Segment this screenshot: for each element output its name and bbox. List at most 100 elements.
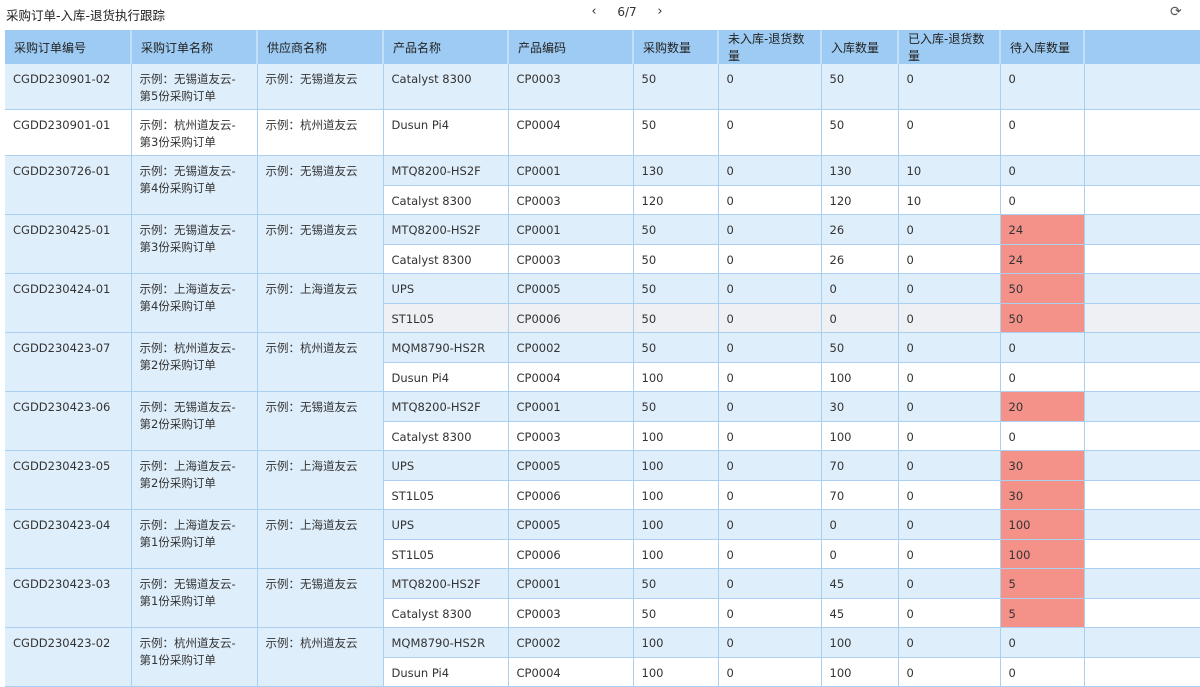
- pending-qty-cell: 24: [1000, 214, 1085, 245]
- not-received-return-qty-cell: 0: [718, 244, 822, 274]
- order-id-cell: CGDD230726-01: [5, 155, 132, 215]
- not-received-return-qty-cell: 0: [718, 657, 822, 687]
- supplier-cell: 示例：上海道友云: [257, 273, 384, 333]
- received-return-qty-cell: 0: [898, 509, 1001, 540]
- received-qty-cell: 50: [821, 64, 899, 110]
- not-received-return-qty-cell: 0: [718, 450, 822, 481]
- received-return-qty-cell: 0: [898, 421, 1001, 451]
- not-received-return-qty-cell: 0: [718, 627, 822, 658]
- filler-cell: [1084, 244, 1200, 274]
- purchase-qty-cell: 50: [633, 273, 719, 304]
- received-qty-cell: 30: [821, 391, 899, 422]
- table-row[interactable]: CGDD230423-04 示例：上海道友云-第1份采购订单 示例：上海道友云 UPS…: [5, 509, 1200, 569]
- product-code-cell: CP0003: [508, 64, 634, 110]
- table-row[interactable]: CGDD230901-01 示例：杭州道友云-第3份采购订单 示例：杭州道友云 Dus…: [5, 109, 1200, 156]
- received-return-qty-cell: 0: [898, 598, 1001, 628]
- column-header-supplier[interactable]: 供应商名称: [257, 30, 384, 64]
- pending-qty-cell: 30: [1000, 450, 1085, 481]
- not-received-return-qty-cell: 0: [718, 480, 822, 510]
- filler-cell: [1084, 303, 1200, 333]
- received-return-qty-cell: 10: [898, 185, 1001, 215]
- column-header-received-return-qty[interactable]: 已入库-退货数量: [898, 30, 1001, 64]
- column-header-order-name[interactable]: 采购订单名称: [131, 30, 258, 64]
- received-return-qty-cell: 0: [898, 539, 1001, 569]
- filler-cell: [1084, 598, 1200, 628]
- not-received-return-qty-cell: 0: [718, 539, 822, 569]
- product-code-cell: CP0003: [508, 185, 634, 215]
- purchase-qty-cell: 120: [633, 185, 719, 215]
- received-qty-cell: 26: [821, 214, 899, 245]
- received-return-qty-cell: 0: [898, 391, 1001, 422]
- tracking-table: 采购订单编号 采购订单名称 供应商名称 产品名称 产品编码 采购数量 未入库-退货数量 入库数…: [5, 30, 1200, 687]
- pending-qty-cell: 0: [1000, 64, 1085, 110]
- column-header-pending-qty[interactable]: 待入库数量: [1000, 30, 1085, 64]
- column-header-product-name[interactable]: 产品名称: [383, 30, 509, 64]
- product-name-cell: MTQ8200-HS2F: [383, 155, 509, 186]
- order-id-cell: CGDD230901-02: [5, 64, 132, 110]
- received-qty-cell: 70: [821, 480, 899, 510]
- received-return-qty-cell: 0: [898, 627, 1001, 658]
- filler-cell: [1084, 155, 1200, 186]
- more-icon[interactable]: ⋮: [1194, 2, 1200, 18]
- product-code-cell: CP0006: [508, 480, 634, 510]
- received-qty-cell: 0: [821, 509, 899, 540]
- column-header-product-code[interactable]: 产品编码: [508, 30, 634, 64]
- product-code-cell: CP0003: [508, 244, 634, 274]
- pending-qty-cell: 0: [1000, 362, 1085, 392]
- pending-qty-cell: 0: [1000, 627, 1085, 658]
- table-row[interactable]: CGDD230423-06 示例：无锡道友云-第2份采购订单 示例：无锡道友云 MTQ…: [5, 391, 1200, 451]
- table-row[interactable]: CGDD230423-03 示例：无锡道友云-第1份采购订单 示例：无锡道友云 MTQ…: [5, 568, 1200, 628]
- purchase-qty-cell: 100: [633, 657, 719, 687]
- product-name-cell: Catalyst 8300: [383, 64, 509, 110]
- not-received-return-qty-cell: 0: [718, 598, 822, 628]
- received-return-qty-cell: 10: [898, 155, 1001, 186]
- table-row[interactable]: CGDD230424-01 示例：上海道友云-第4份采购订单 示例：上海道友云 UPS…: [5, 273, 1200, 333]
- table-row[interactable]: CGDD230425-01 示例：无锡道友云-第3份采购订单 示例：无锡道友云 MTQ…: [5, 214, 1200, 274]
- product-name-cell: MQM8790-HS2R: [383, 332, 509, 363]
- column-header-not-received-return-qty[interactable]: 未入库-退货数量: [718, 30, 822, 64]
- column-header-purchase-qty[interactable]: 采购数量: [633, 30, 719, 64]
- purchase-qty-cell: 100: [633, 421, 719, 451]
- product-name-cell: UPS: [383, 273, 509, 304]
- product-name-cell: Catalyst 8300: [383, 185, 509, 215]
- next-page-button[interactable]: ›: [651, 4, 669, 19]
- filler-cell: [1084, 421, 1200, 451]
- table-row[interactable]: CGDD230423-05 示例：上海道友云-第2份采购订单 示例：上海道友云 UPS…: [5, 450, 1200, 510]
- table-row[interactable]: CGDD230423-07 示例：杭州道友云-第2份采购订单 示例：杭州道友云 MQM…: [5, 332, 1200, 392]
- received-qty-cell: 26: [821, 244, 899, 274]
- not-received-return-qty-cell: 0: [718, 214, 822, 245]
- order-name-cell: 示例：无锡道友云-第1份采购订单: [131, 568, 258, 628]
- table-row[interactable]: CGDD230423-02 示例：杭州道友云-第1份采购订单 示例：杭州道友云 MQM…: [5, 627, 1200, 687]
- pending-qty-cell: 5: [1000, 598, 1085, 628]
- received-qty-cell: 70: [821, 450, 899, 481]
- received-return-qty-cell: 0: [898, 362, 1001, 392]
- filler-cell: [1084, 480, 1200, 510]
- column-header-order-id[interactable]: 采购订单编号: [5, 30, 132, 64]
- product-code-cell: CP0001: [508, 568, 634, 599]
- filler-cell: [1084, 539, 1200, 569]
- product-name-cell: MTQ8200-HS2F: [383, 214, 509, 245]
- received-qty-cell: 0: [821, 273, 899, 304]
- not-received-return-qty-cell: 0: [718, 155, 822, 186]
- table-row[interactable]: CGDD230726-01 示例：无锡道友云-第4份采购订单 示例：无锡道友云 MTQ…: [5, 155, 1200, 215]
- not-received-return-qty-cell: 0: [718, 421, 822, 451]
- purchase-qty-cell: 130: [633, 155, 719, 186]
- filler-cell: [1084, 109, 1200, 156]
- purchase-qty-cell: 50: [633, 332, 719, 363]
- column-header-received-qty[interactable]: 入库数量: [821, 30, 899, 64]
- product-code-cell: CP0002: [508, 332, 634, 363]
- supplier-cell: 示例：无锡道友云: [257, 214, 384, 274]
- product-code-cell: CP0001: [508, 155, 634, 186]
- table-row[interactable]: CGDD230901-02 示例：无锡道友云-第5份采购订单 示例：无锡道友云 Cat…: [5, 64, 1200, 110]
- product-name-cell: UPS: [383, 450, 509, 481]
- purchase-qty-cell: 50: [633, 598, 719, 628]
- supplier-cell: 示例：杭州道友云: [257, 332, 384, 392]
- product-name-cell: MQM8790-HS2R: [383, 627, 509, 658]
- product-name-cell: UPS: [383, 509, 509, 540]
- refresh-icon[interactable]: ⟳: [1170, 4, 1182, 20]
- received-return-qty-cell: 0: [898, 480, 1001, 510]
- filler-cell: [1084, 568, 1200, 599]
- prev-page-button[interactable]: ‹: [585, 4, 603, 19]
- not-received-return-qty-cell: 0: [718, 332, 822, 363]
- pending-qty-cell: 20: [1000, 391, 1085, 422]
